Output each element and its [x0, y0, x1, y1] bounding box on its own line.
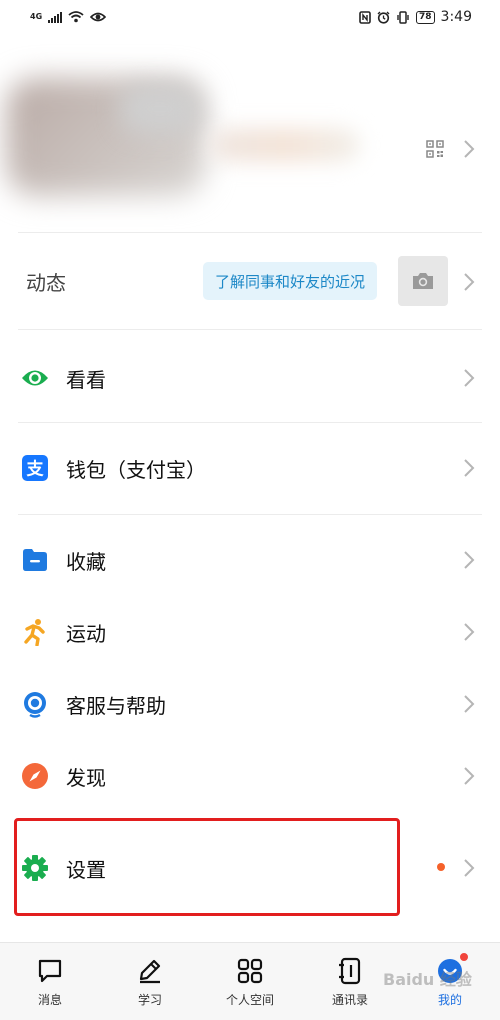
profile-name-blur	[120, 84, 200, 134]
moments-tip: 了解同事和好友的近况	[203, 262, 377, 300]
tab-label: 学习	[137, 993, 162, 1007]
tab-label: 通讯录	[331, 993, 368, 1007]
eye-icon	[90, 12, 107, 22]
chevron-right-icon	[464, 623, 475, 641]
chevron-right-icon[interactable]	[462, 138, 476, 160]
menu-item-discover[interactable]: 发现	[0, 740, 500, 812]
alipay-icon: 支	[22, 455, 48, 481]
wifi-icon	[68, 11, 84, 23]
vibrate-icon	[397, 10, 409, 24]
menu-item-wallet[interactable]: 支 钱包（支付宝）	[0, 432, 500, 504]
menu-item-label: 钱包（支付宝）	[66, 457, 206, 482]
tab-personal-space[interactable]: 个人空间	[200, 943, 300, 1020]
pencil-icon	[139, 959, 161, 984]
chevron-right-icon	[464, 273, 475, 291]
menu-item-label: 收藏	[66, 549, 106, 574]
moments-label: 动态	[26, 270, 66, 295]
tab-study[interactable]: 学习	[100, 943, 200, 1020]
chevron-right-icon	[464, 695, 475, 713]
tab-me[interactable]: 我的	[400, 943, 500, 1020]
divider	[18, 514, 482, 515]
divider	[18, 422, 482, 423]
camera-button[interactable]	[398, 256, 448, 306]
tab-bar: 消息 学习 个人空间 通讯录 我的	[0, 942, 500, 1020]
chevron-right-icon	[464, 551, 475, 569]
nfc-icon	[359, 10, 371, 24]
tab-contacts[interactable]: 通讯录	[300, 943, 400, 1020]
chevron-right-icon	[464, 369, 475, 387]
tab-label: 消息	[37, 993, 62, 1007]
customer-service-icon	[24, 692, 46, 718]
svg-text:支: 支	[27, 459, 45, 480]
compass-icon	[22, 763, 48, 789]
menu-item-label: 客服与帮助	[66, 693, 166, 718]
running-icon	[24, 619, 45, 646]
status-bar: 4G 78 3:49	[0, 0, 500, 34]
notification-badge	[458, 951, 470, 963]
menu-item-label: 看看	[66, 367, 106, 392]
menu-item-support[interactable]: 客服与帮助	[0, 668, 500, 740]
chevron-right-icon	[464, 459, 475, 477]
signal-icon	[48, 11, 63, 23]
battery-icon: 78	[416, 10, 435, 24]
menu-item-favorites[interactable]: 收藏	[0, 524, 500, 596]
divider	[18, 329, 482, 330]
grid-icon	[237, 958, 263, 984]
status-left: 4G	[30, 11, 107, 23]
camera-icon	[413, 273, 433, 289]
settings-notification-dot	[437, 863, 445, 871]
contacts-icon	[339, 957, 361, 985]
status-time: 3:49	[440, 9, 472, 25]
message-icon	[38, 959, 62, 983]
alarm-icon	[377, 11, 390, 24]
tab-label: 个人空间	[225, 993, 274, 1007]
tab-messages[interactable]: 消息	[0, 943, 100, 1020]
status-right: 78 3:49	[359, 9, 472, 25]
menu-item-label: 运动	[66, 621, 106, 646]
folder-icon	[23, 549, 47, 571]
network-type: 4G	[30, 12, 43, 21]
eye-icon	[22, 370, 48, 386]
qr-code-icon[interactable]	[426, 140, 444, 158]
menu-item-label: 发现	[66, 765, 106, 790]
highlight-box	[14, 818, 400, 916]
profile-header[interactable]	[0, 66, 500, 216]
profile-org-blur	[210, 128, 360, 162]
menu-item-kankan[interactable]: 看看	[0, 342, 500, 414]
tab-label: 我的	[437, 993, 462, 1007]
chevron-right-icon	[464, 767, 475, 785]
menu-item-sports[interactable]: 运动	[0, 596, 500, 668]
chevron-right-icon	[464, 859, 475, 877]
